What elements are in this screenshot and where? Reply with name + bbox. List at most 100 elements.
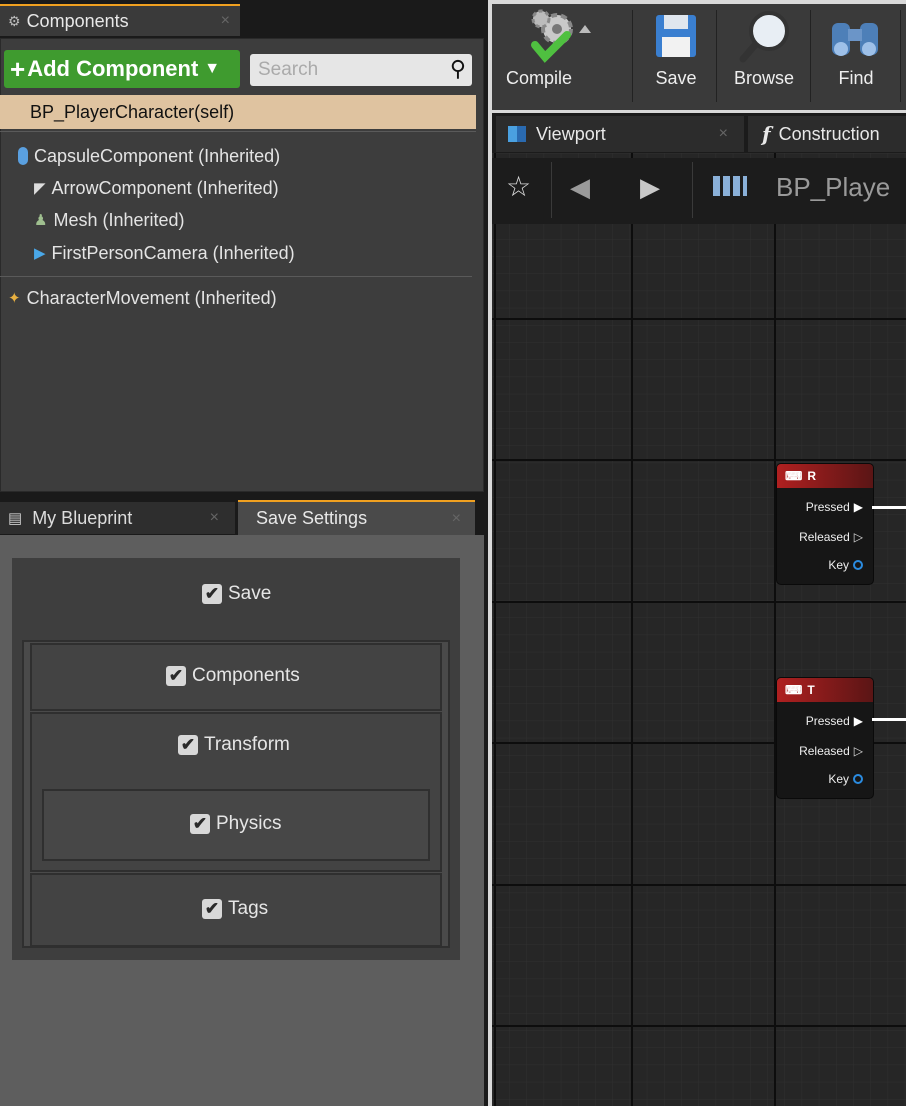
close-icon[interactable]: ×: [221, 12, 230, 30]
close-icon[interactable]: ×: [719, 125, 728, 143]
function-icon: f: [762, 122, 771, 146]
save-button[interactable]: Save: [644, 4, 708, 104]
back-arrow-icon[interactable]: ◀: [570, 172, 590, 203]
find-button[interactable]: Find: [818, 4, 894, 104]
checkmark-icon: ✔: [190, 814, 210, 834]
tree-item-movement[interactable]: ✦ CharacterMovement (Inherited): [8, 284, 277, 312]
tab-viewport-label: Viewport: [536, 123, 606, 144]
save-checkbox[interactable]: ✔ Save: [202, 583, 271, 605]
add-component-button[interactable]: + Add Component ▼: [4, 50, 240, 88]
tree-item-camera[interactable]: ▶ FirstPersonCamera (Inherited): [34, 239, 295, 267]
physics-checkbox[interactable]: ✔ Physics: [190, 813, 281, 835]
tree-item-self[interactable]: BP_PlayerCharacter(self): [0, 95, 476, 129]
exec-pin-icon: ▶: [853, 500, 863, 514]
node-header: ⌨ R: [777, 464, 873, 488]
capsule-icon: [18, 147, 28, 165]
pin-label: Key: [828, 558, 849, 572]
tab-save-settings-label: Save Settings: [256, 508, 368, 528]
divider: [810, 10, 811, 102]
tab-save-settings[interactable]: Save Settings ×: [238, 500, 475, 535]
pin-label: Released: [799, 744, 850, 758]
close-icon[interactable]: ×: [210, 509, 219, 527]
tree-item-self-label: BP_PlayerCharacter(self): [30, 101, 235, 122]
tab-construction-script[interactable]: f Construction: [748, 116, 906, 152]
camera-icon: ▶: [34, 245, 46, 262]
exec-pin-icon: ▶: [853, 714, 863, 728]
struct-pin-icon: [853, 774, 863, 784]
chevron-down-icon: ▼: [204, 60, 221, 77]
node-title: R: [807, 469, 816, 483]
components-checkbox[interactable]: ✔ Components: [166, 665, 300, 687]
key-pin[interactable]: Key: [828, 558, 863, 572]
node-header: ⌨ T: [777, 678, 873, 702]
pin-label: Pressed: [805, 500, 850, 514]
forward-arrow-icon[interactable]: ▶: [640, 172, 660, 203]
arrow-icon: ◤: [34, 180, 46, 197]
graph-icon: [713, 176, 747, 196]
released-pin[interactable]: Released ▷: [799, 530, 863, 544]
floppy-icon: [652, 4, 700, 68]
checkmark-icon: ✔: [178, 735, 198, 755]
binoculars-icon: [826, 4, 886, 68]
tab-components[interactable]: ⚙ Components ×: [0, 4, 240, 36]
breadcrumb-title: BP_Playe: [776, 172, 891, 202]
mesh-icon: ♟: [34, 212, 48, 229]
components-icon: ⚙: [8, 12, 21, 29]
search-icon[interactable]: ⚲: [450, 56, 466, 82]
star-icon[interactable]: ☆: [506, 170, 531, 203]
exec-wire[interactable]: [872, 718, 906, 721]
magnifier-icon: [735, 4, 793, 68]
pressed-pin[interactable]: Pressed ▶: [806, 714, 863, 728]
tab-viewport[interactable]: Viewport ×: [496, 116, 744, 152]
pin-label: Released: [799, 530, 850, 544]
blueprint-graph[interactable]: [492, 153, 906, 1106]
close-icon[interactable]: ×: [452, 510, 461, 528]
physics-checkbox-label: Physics: [216, 813, 282, 834]
search-input[interactable]: Search ⚲: [250, 54, 472, 86]
tags-checkbox-label: Tags: [228, 898, 269, 919]
search-placeholder: Search: [258, 59, 319, 80]
book-icon: ▤: [8, 510, 23, 527]
movement-icon: ✦: [8, 290, 21, 307]
tree-item-arrow[interactable]: ◤ ArrowComponent (Inherited): [34, 174, 279, 202]
tab-construction-label: Construction: [778, 123, 880, 144]
keyboard-icon: ⌨: [785, 683, 803, 697]
compile-button[interactable]: Compile: [500, 4, 620, 104]
transform-checkbox[interactable]: ✔ Transform: [178, 734, 290, 756]
viewport-icon: [508, 126, 526, 142]
divider: [716, 10, 717, 102]
plus-icon: +: [10, 53, 26, 84]
exec-wire[interactable]: [872, 506, 906, 509]
transform-checkbox-label: Transform: [204, 734, 290, 755]
tree-item-label: FirstPersonCamera (Inherited): [51, 242, 295, 263]
tree-item-label: Mesh (Inherited): [53, 209, 185, 230]
tree-item-label: ArrowComponent (Inherited): [51, 177, 279, 198]
key-pin[interactable]: Key: [828, 772, 863, 786]
tree-item-label: CharacterMovement (Inherited): [26, 287, 277, 308]
checkmark-icon: ✔: [202, 584, 222, 604]
divider: [0, 131, 476, 132]
save-checkbox-label: Save: [228, 583, 272, 604]
input-key-node-r[interactable]: ⌨ R Pressed ▶ Released ▷ Key: [776, 463, 874, 585]
divider: [900, 10, 901, 102]
exec-pin-icon: ▷: [853, 744, 863, 758]
tab-my-blueprint-label: My Blueprint: [32, 507, 133, 528]
browse-button[interactable]: Browse: [724, 4, 804, 104]
pressed-pin[interactable]: Pressed ▶: [806, 500, 863, 514]
released-pin[interactable]: Released ▷: [799, 744, 863, 758]
tree-item-capsule[interactable]: CapsuleComponent (Inherited): [18, 142, 280, 170]
save-label: Save: [655, 68, 697, 88]
graph-grid: [492, 153, 906, 1106]
input-key-node-t[interactable]: ⌨ T Pressed ▶ Released ▷ Key: [776, 677, 874, 799]
tab-my-blueprint[interactable]: ▤ My Blueprint ×: [0, 502, 235, 534]
tree-item-label: CapsuleComponent (Inherited): [34, 145, 281, 166]
tree-item-mesh[interactable]: ♟ Mesh (Inherited): [34, 206, 185, 234]
node-title: T: [807, 683, 815, 697]
struct-pin-icon: [853, 560, 863, 570]
pin-label: Pressed: [805, 714, 850, 728]
browse-label: Browse: [733, 68, 795, 88]
tags-checkbox[interactable]: ✔ Tags: [202, 898, 268, 920]
find-label: Find: [838, 68, 874, 88]
tab-components-label: Components: [26, 10, 129, 31]
checkmark-icon: ✔: [166, 666, 186, 686]
